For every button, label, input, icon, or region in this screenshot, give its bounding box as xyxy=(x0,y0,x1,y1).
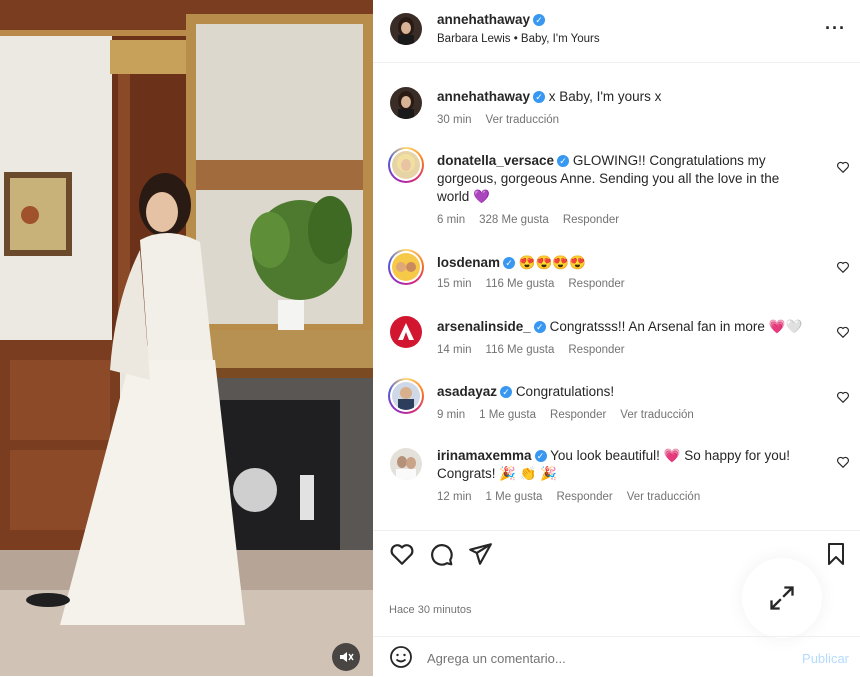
story-ring[interactable] xyxy=(388,147,424,183)
verified-badge-icon: ✓ xyxy=(534,450,547,463)
comment-text: Congratsss!! An Arsenal fan in more 💗🤍 xyxy=(549,319,803,334)
username[interactable]: asadayaz xyxy=(437,384,497,399)
comment-likes[interactable]: 1 Me gusta xyxy=(486,491,543,503)
like-icon[interactable] xyxy=(389,541,415,567)
comment-likes[interactable]: 116 Me gusta xyxy=(486,344,555,356)
avatar-image xyxy=(398,17,414,45)
more-options-icon[interactable]: ··· xyxy=(825,18,846,39)
reply-button[interactable]: Responder xyxy=(568,278,624,290)
comment-icon[interactable] xyxy=(428,541,454,567)
comment-time[interactable]: 6 min xyxy=(437,214,465,226)
arsenal-logo-icon xyxy=(398,323,414,340)
reply-button[interactable]: Responder xyxy=(568,344,624,356)
photo-illustration xyxy=(0,0,373,676)
avatar-image xyxy=(398,91,414,119)
translate-link[interactable]: Ver traducción xyxy=(620,409,694,421)
avatar[interactable] xyxy=(390,316,422,348)
like-comment-icon[interactable] xyxy=(836,260,850,274)
audio-label[interactable]: Barbara Lewis • Baby, I'm Yours xyxy=(437,33,600,45)
post-photo[interactable] xyxy=(0,0,373,676)
translate-link[interactable]: Ver traducción xyxy=(627,491,701,503)
like-comment-icon[interactable] xyxy=(836,455,850,469)
like-comment-icon[interactable] xyxy=(836,160,850,174)
post-timestamp[interactable]: Hace 30 minutos xyxy=(389,604,472,616)
caption-text: x Baby, I'm yours x xyxy=(548,89,662,104)
username[interactable]: losdenam xyxy=(437,255,500,270)
post-header: annehathaway ✓ Barbara Lewis • Baby, I'm … xyxy=(373,0,860,63)
story-ring[interactable] xyxy=(388,249,424,285)
username[interactable]: arsenalinside_ xyxy=(437,319,531,334)
avatar[interactable] xyxy=(390,87,422,119)
username[interactable]: donatella_versace xyxy=(437,153,554,168)
comment-text: 😍😍😍😍 xyxy=(518,255,587,270)
like-comment-icon[interactable] xyxy=(836,325,850,339)
avatar[interactable] xyxy=(390,13,422,45)
comment-time[interactable]: 9 min xyxy=(437,409,465,421)
reply-button[interactable]: Responder xyxy=(550,409,606,421)
comment-likes[interactable]: 116 Me gusta xyxy=(486,278,555,290)
username[interactable]: annehathaway xyxy=(437,12,530,27)
translate-link[interactable]: Ver traducción xyxy=(486,114,560,126)
publish-button[interactable]: Publicar xyxy=(802,651,849,666)
comment-text: Congratulations! xyxy=(515,384,615,399)
verified-badge-icon: ✓ xyxy=(557,155,570,168)
reply-button[interactable]: Responder xyxy=(556,491,612,503)
add-comment-bar: Publicar xyxy=(373,636,860,677)
verified-badge-icon: ✓ xyxy=(533,91,546,104)
username[interactable]: irinamaxemma xyxy=(437,448,532,463)
audio-muted-icon xyxy=(340,652,354,662)
comment-input[interactable] xyxy=(425,646,749,670)
reply-button[interactable]: Responder xyxy=(563,214,619,226)
verified-badge-icon: ✓ xyxy=(503,257,516,270)
comment-time[interactable]: 15 min xyxy=(437,278,472,290)
comment-time[interactable]: 14 min xyxy=(437,344,472,356)
verified-badge-icon: ✓ xyxy=(533,321,546,334)
expand-icon xyxy=(770,586,794,610)
mute-button[interactable] xyxy=(332,643,360,671)
avatar xyxy=(392,253,420,281)
avatar[interactable] xyxy=(390,448,422,480)
avatar xyxy=(392,151,420,179)
story-ring[interactable] xyxy=(388,378,424,414)
share-icon[interactable] xyxy=(467,541,493,567)
comment-time[interactable]: 30 min xyxy=(437,114,472,126)
like-comment-icon[interactable] xyxy=(836,390,850,404)
verified-badge-icon: ✓ xyxy=(500,386,513,399)
expand-button[interactable] xyxy=(742,558,822,638)
emoji-icon[interactable] xyxy=(389,645,413,669)
comment-likes[interactable]: 328 Me gusta xyxy=(479,214,549,226)
avatar-image xyxy=(396,456,416,480)
post-details-panel: annehathaway ✓ Barbara Lewis • Baby, I'm … xyxy=(373,0,860,676)
username[interactable]: annehathaway xyxy=(437,89,530,104)
avatar xyxy=(392,382,420,410)
save-bookmark-icon[interactable] xyxy=(824,541,848,567)
comment-time[interactable]: 12 min xyxy=(437,491,472,503)
comment-likes[interactable]: 1 Me gusta xyxy=(479,409,536,421)
verified-badge-icon: ✓ xyxy=(533,13,546,26)
